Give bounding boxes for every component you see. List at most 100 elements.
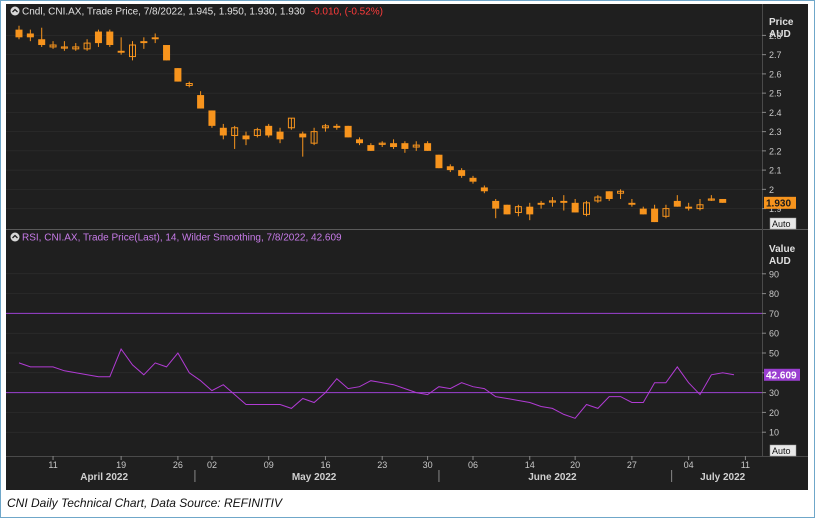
- x-tick-label: 14: [525, 460, 535, 470]
- candle: [435, 154, 443, 169]
- candle-body: [480, 187, 488, 192]
- candle-body: [94, 31, 102, 44]
- price-tick-label: 2: [769, 185, 774, 195]
- candle-body: [276, 131, 284, 140]
- price-tick-label: 2.5: [769, 89, 782, 99]
- candle: [299, 131, 307, 157]
- candlestick-series: [15, 25, 727, 223]
- candle-body: [26, 33, 34, 38]
- candle: [26, 29, 34, 42]
- candle: [49, 41, 57, 49]
- x-tick-label: 04: [684, 460, 694, 470]
- candle: [617, 189, 625, 199]
- x-tick-label: 19: [116, 460, 126, 470]
- candle: [685, 202, 693, 211]
- price-legend-main: Cndl, CNI.AX, Trade Price, 7/8/2022, 1.9…: [22, 7, 305, 18]
- x-tick-label: 27: [627, 460, 637, 470]
- candle-body: [219, 127, 227, 136]
- rsi-auto-label[interactable]: Auto: [772, 446, 791, 456]
- candle: [594, 195, 602, 203]
- x-tick-label: 11: [741, 460, 750, 470]
- candle: [276, 127, 284, 144]
- candle-body: [537, 202, 545, 205]
- price-tick-label: 2.6: [769, 69, 782, 79]
- price-legend: Cndl, CNI.AX, Trade Price, 7/8/2022, 1.9…: [10, 6, 383, 18]
- candle-body: [163, 45, 171, 61]
- price-auto-button[interactable]: Auto: [769, 217, 797, 230]
- candle: [140, 37, 148, 49]
- candle-body: [628, 202, 636, 205]
- candle-body: [560, 200, 568, 203]
- candle: [265, 123, 273, 138]
- candle: [106, 29, 114, 47]
- rsi-y-axis[interactable]: 102030405060708090: [762, 269, 779, 438]
- month-label: July 2022: [700, 472, 745, 483]
- candle: [208, 110, 216, 128]
- candle: [242, 131, 250, 146]
- candle: [185, 81, 193, 88]
- candle: [378, 141, 386, 148]
- collapse-circle-icon[interactable]: [10, 6, 20, 16]
- candle: [673, 195, 681, 207]
- price-y-axis[interactable]: 1.922.12.22.32.42.52.62.72.8: [762, 31, 782, 214]
- rsi-auto-button[interactable]: Auto: [769, 444, 797, 457]
- chart-canvas: Cndl, CNI.AX, Trade Price, 7/8/2022, 1.9…: [6, 4, 808, 483]
- month-label: April 2022: [80, 472, 128, 483]
- candle-body: [526, 206, 534, 215]
- last-price-label: 1.930: [766, 198, 791, 209]
- candle-body: [106, 31, 114, 46]
- x-tick-label: 16: [320, 460, 330, 470]
- candle-body: [197, 95, 205, 109]
- price-grid: [6, 35, 762, 209]
- rsi-axis-unit: AUD: [769, 256, 791, 267]
- candle: [163, 45, 171, 61]
- candle-body: [435, 154, 443, 169]
- candle: [424, 141, 432, 151]
- rsi-tick-label: 70: [769, 309, 779, 319]
- candle: [174, 68, 182, 82]
- candle-body: [344, 125, 352, 138]
- candle-body: [174, 68, 182, 82]
- candle: [696, 198, 704, 211]
- candle: [219, 123, 227, 140]
- price-tick-label: 2.4: [769, 108, 782, 118]
- x-axis[interactable]: 11 19 26 02 09 16 23 30 06 14 20 27 04 11 April 2022 Ma…: [48, 456, 750, 483]
- candle: [628, 198, 636, 207]
- rsi-tick-label: 80: [769, 289, 779, 299]
- candle-body: [685, 206, 693, 209]
- month-label: June 2022: [528, 472, 577, 483]
- collapse-circle-icon[interactable]: [10, 232, 20, 242]
- candle: [651, 204, 659, 223]
- candle-body: [469, 177, 477, 182]
- candle: [344, 125, 352, 138]
- rsi-legend: RSI, CNI.AX, Trade Price(Last), 14, Wild…: [10, 232, 342, 244]
- candle: [197, 91, 205, 109]
- candle: [526, 202, 534, 221]
- candle-body: [265, 125, 273, 136]
- candle-body: [333, 125, 341, 128]
- candle-body: [492, 200, 500, 209]
- candle: [480, 185, 488, 194]
- candle-body: [424, 143, 432, 151]
- last-rsi-marker: 42.609: [764, 368, 800, 381]
- candle-body: [639, 208, 647, 215]
- price-tick-label: 2.2: [769, 146, 782, 156]
- price-auto-label[interactable]: Auto: [772, 219, 791, 229]
- candle: [469, 175, 477, 184]
- price-legend-text: Cndl, CNI.AX, Trade Price, 7/8/2022, 1.9…: [22, 7, 383, 18]
- candle: [514, 204, 522, 217]
- candle: [129, 41, 136, 61]
- candle: [231, 125, 239, 149]
- candle: [446, 164, 454, 173]
- candle-body: [38, 39, 46, 46]
- candle: [719, 198, 727, 203]
- candle: [333, 123, 341, 130]
- price-axis-title: Price: [769, 17, 794, 28]
- candle: [253, 127, 261, 138]
- candle-body: [651, 208, 659, 223]
- candle: [605, 191, 613, 201]
- candle-body: [605, 191, 613, 199]
- candle: [639, 206, 647, 215]
- candle-body: [151, 37, 159, 40]
- last-rsi-label: 42.609: [766, 370, 797, 381]
